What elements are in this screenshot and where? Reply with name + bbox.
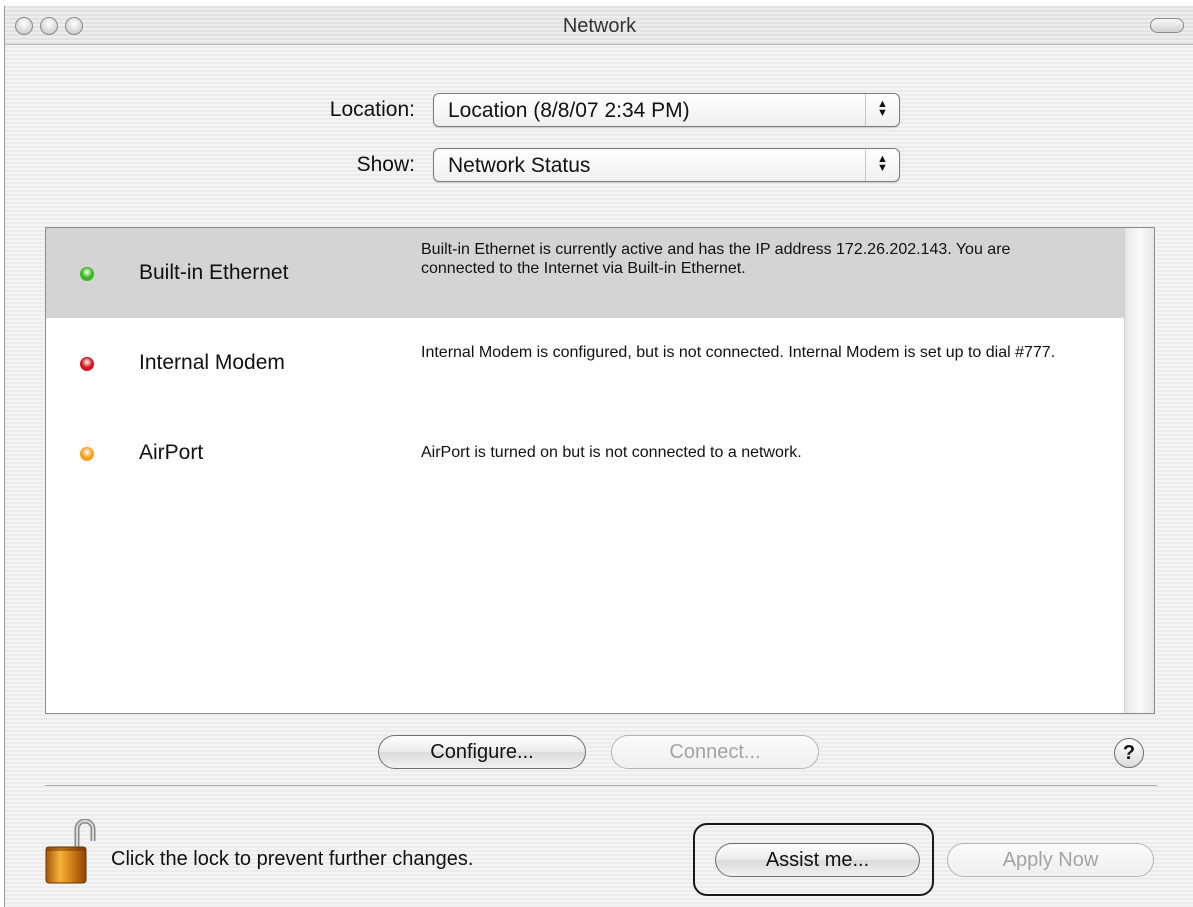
- up-down-arrows-icon: ▲ ▼: [865, 94, 899, 126]
- toolbar-toggle-button[interactable]: [1150, 18, 1184, 33]
- list-item-airport[interactable]: AirPort AirPort is turned on but is not …: [46, 408, 1124, 498]
- status-indicator-orange-icon: [80, 447, 94, 461]
- connect-button[interactable]: Connect...: [611, 735, 819, 769]
- show-popup-value: Network Status: [448, 154, 591, 177]
- status-indicator-red-icon: [80, 357, 94, 371]
- unlocked-padlock-icon[interactable]: [43, 818, 103, 885]
- network-preferences-window: Network Location: Location (8/8/07 2:34 …: [4, 6, 1193, 907]
- apply-now-button[interactable]: Apply Now: [947, 843, 1154, 877]
- service-description: Built-in Ethernet is currently active an…: [421, 241, 1011, 277]
- window-title: Network: [562, 15, 637, 37]
- location-popup[interactable]: Location (8/8/07 2:34 PM) ▲ ▼: [433, 93, 900, 127]
- help-button[interactable]: ?: [1114, 738, 1144, 768]
- up-down-arrows-icon: ▲ ▼: [865, 149, 899, 181]
- network-status-list[interactable]: Built-in Ethernet Built-in Ethernet is c…: [45, 227, 1155, 714]
- list-item-internal-modem[interactable]: Internal Modem Internal Modem is configu…: [46, 318, 1124, 408]
- service-name: AirPort: [139, 441, 204, 464]
- vertical-scrollbar[interactable]: [1124, 228, 1154, 713]
- divider: [45, 785, 1157, 786]
- title-bar[interactable]: Network: [5, 6, 1193, 45]
- location-label: Location:: [329, 98, 415, 121]
- service-description: Internal Modem is configured, but is not…: [421, 344, 1056, 361]
- list-item-built-in-ethernet[interactable]: Built-in Ethernet Built-in Ethernet is c…: [46, 228, 1124, 318]
- status-indicator-green-icon: [80, 267, 94, 281]
- configure-button[interactable]: Configure...: [378, 735, 586, 769]
- lock-message: Click the lock to prevent further change…: [111, 848, 474, 870]
- service-description: AirPort is turned on but is not connecte…: [421, 444, 802, 461]
- show-label: Show:: [356, 153, 415, 176]
- service-name: Built-in Ethernet: [139, 261, 289, 284]
- service-name: Internal Modem: [139, 351, 285, 374]
- show-popup[interactable]: Network Status ▲ ▼: [433, 148, 900, 182]
- location-popup-value: Location (8/8/07 2:34 PM): [448, 99, 690, 122]
- assist-me-button[interactable]: Assist me...: [715, 843, 920, 877]
